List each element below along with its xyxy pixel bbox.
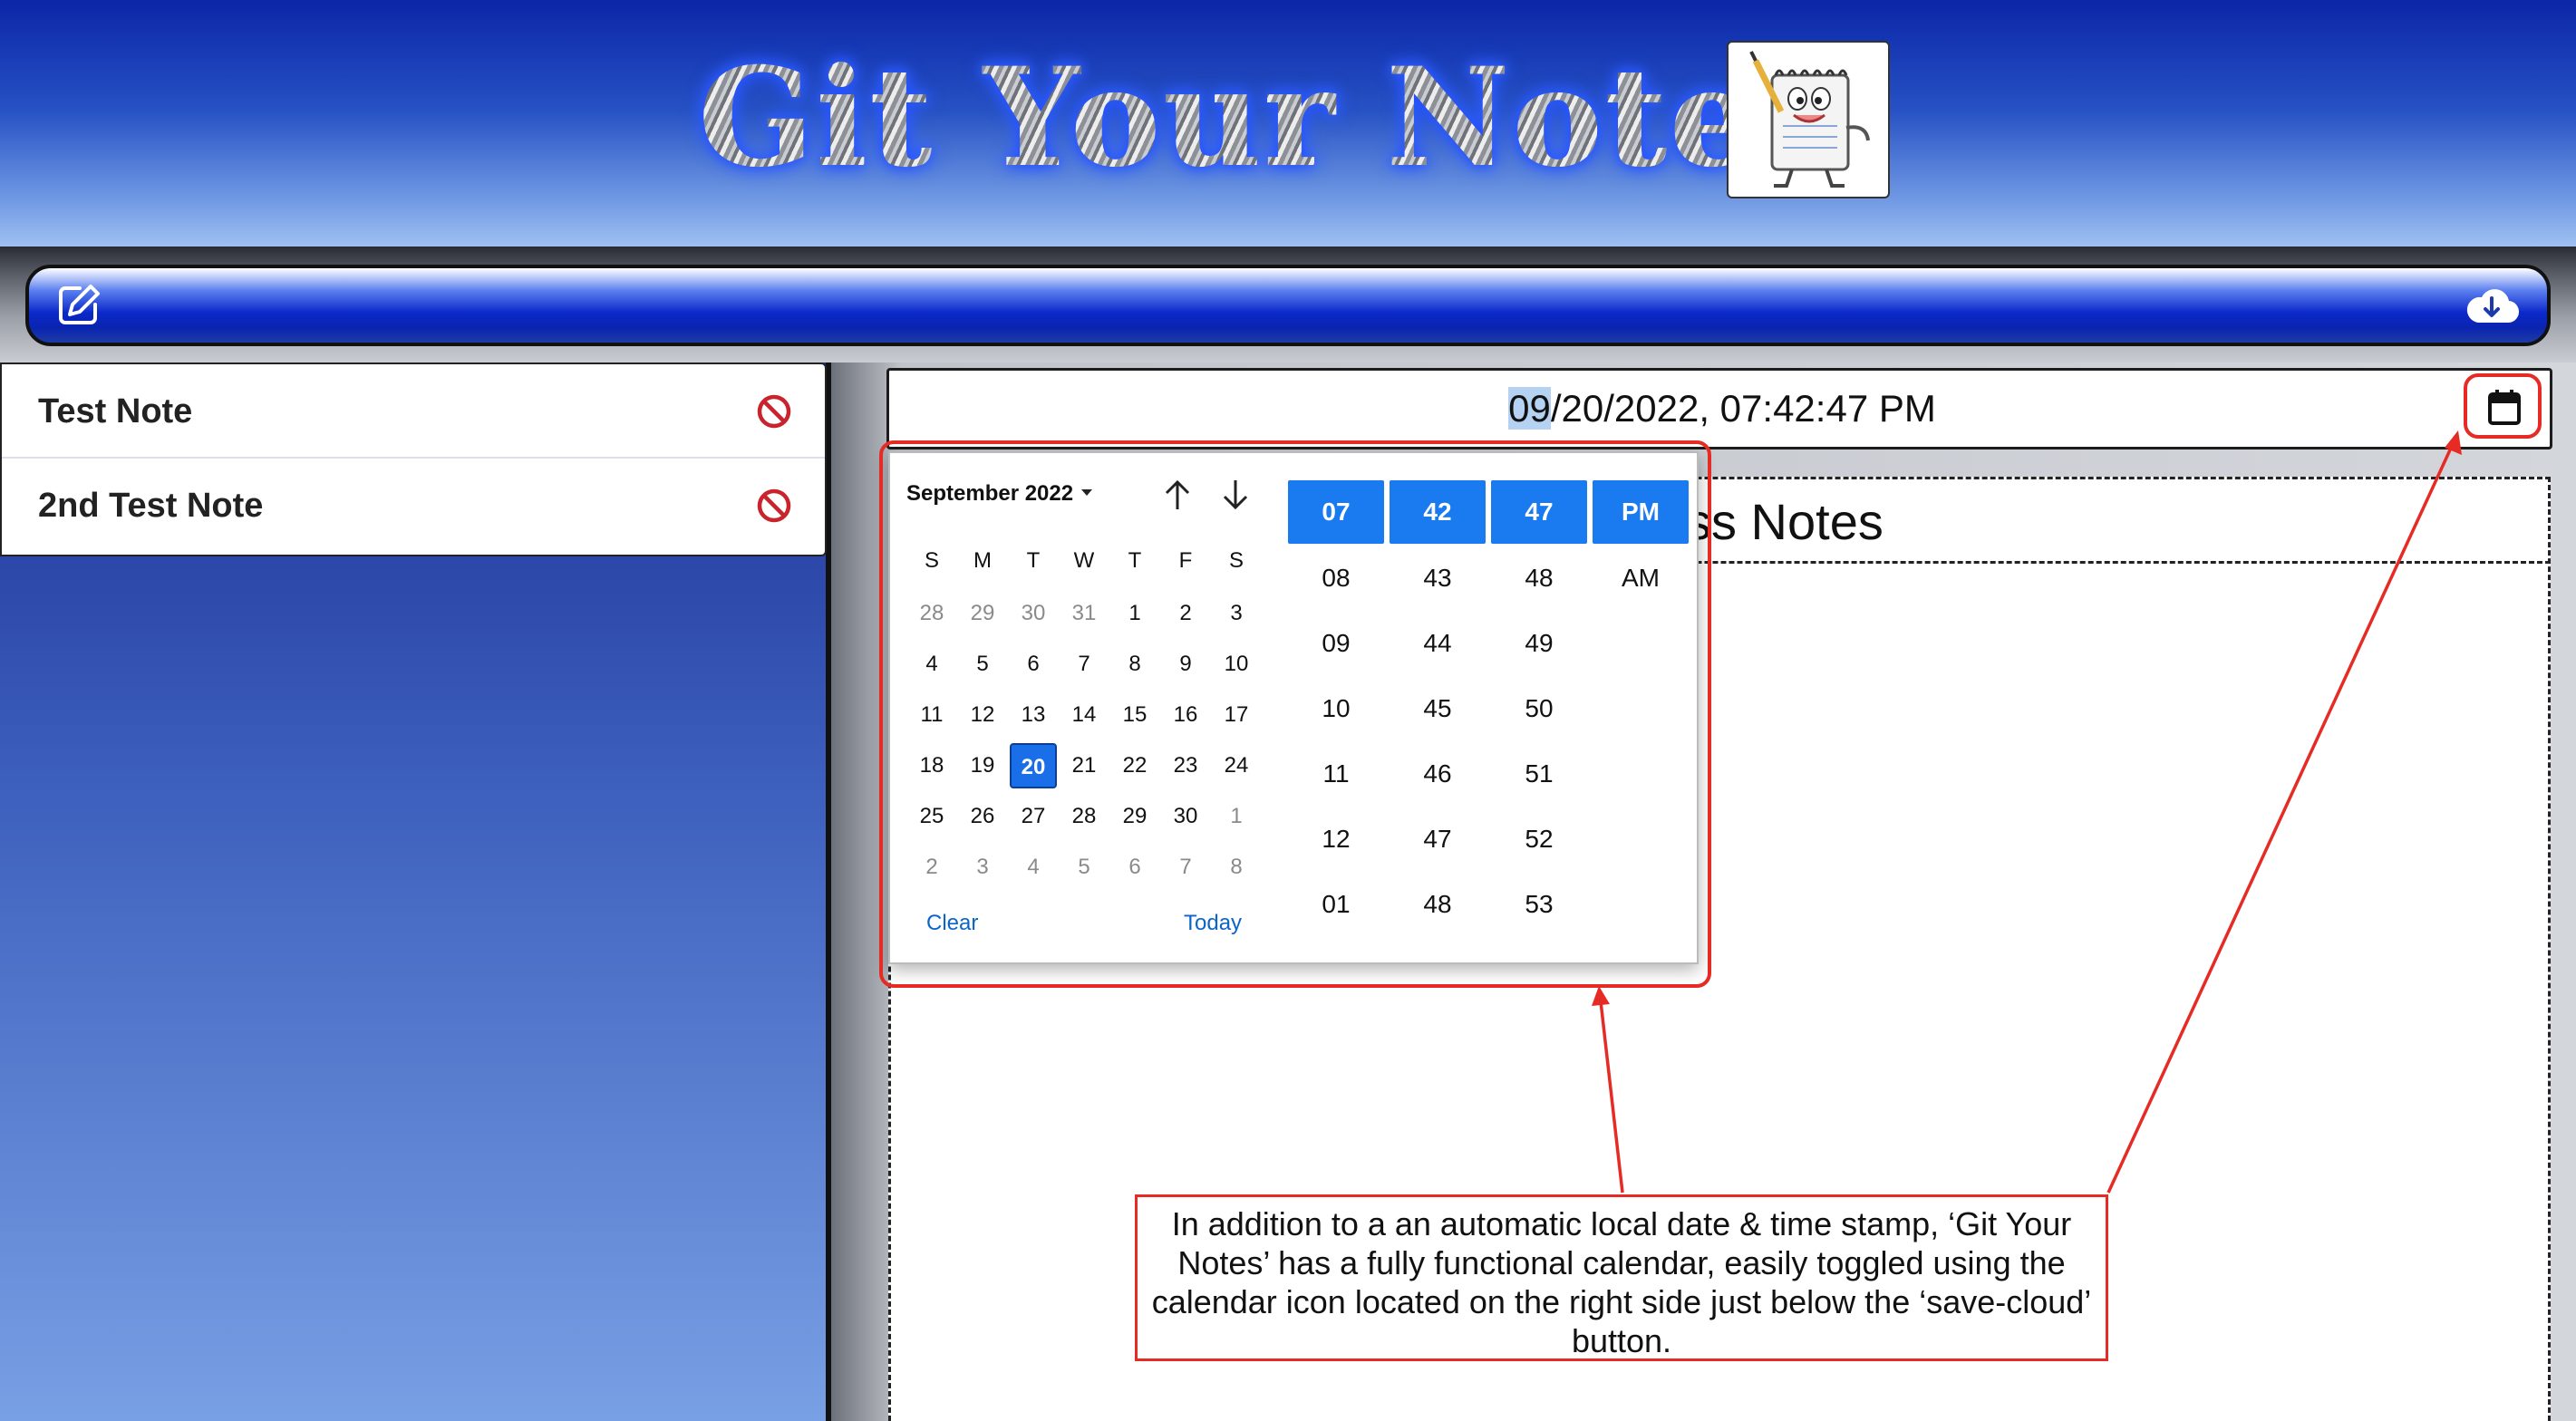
annotation-text: In addition to a an automatic local date…	[1151, 1205, 2092, 1359]
annotation-callout: In addition to a an automatic local date…	[1135, 1194, 2108, 1361]
